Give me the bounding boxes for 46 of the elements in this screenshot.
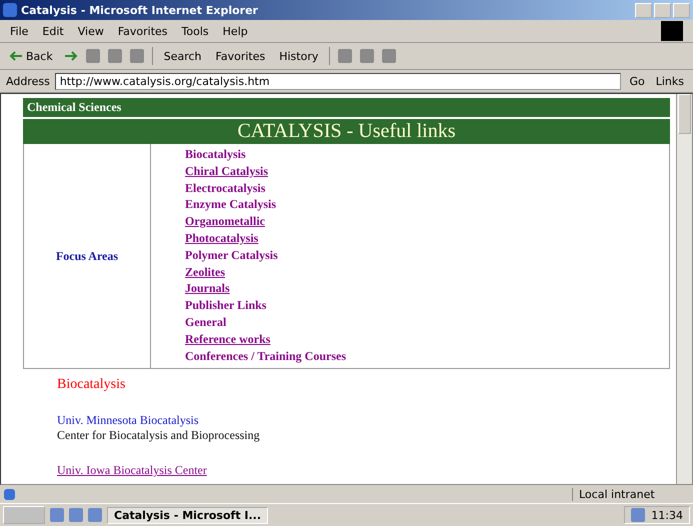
favorites-button[interactable]: Favorites <box>212 48 268 64</box>
back-button[interactable]: Back <box>6 48 56 64</box>
topic-link[interactable]: Publisher Links <box>185 297 266 314</box>
scrollbar-thumb[interactable] <box>678 94 691 134</box>
forward-arrow-icon[interactable] <box>64 51 78 61</box>
section-heading: Biocatalysis <box>57 377 126 393</box>
search-button[interactable]: Search <box>160 48 205 64</box>
scrollbar[interactable] <box>676 94 692 484</box>
menu-item[interactable]: Tools <box>182 24 209 38</box>
start-button[interactable] <box>3 506 45 524</box>
history-button[interactable]: History <box>276 48 322 64</box>
taskbar-window-button[interactable]: Catalysis - Microsoft I... <box>107 506 268 524</box>
page-heading: CATALYSIS - Useful links <box>23 119 670 144</box>
minimize-button[interactable] <box>635 2 652 18</box>
menu-item[interactable]: Favorites <box>118 24 168 38</box>
focus-areas-label: Focus Areas <box>56 248 118 264</box>
back-arrow-icon <box>9 51 23 61</box>
section-banner: Chemical Sciences <box>23 98 670 117</box>
topic-link[interactable]: Reference works <box>185 330 270 348</box>
topic-link[interactable]: Chiral Catalysis <box>185 162 268 180</box>
menu-item[interactable]: View <box>78 24 104 38</box>
topic-link[interactable]: Polymer Catalysis <box>185 246 278 264</box>
clock: 11:34 <box>651 508 683 522</box>
topic-link[interactable]: General <box>185 314 226 331</box>
resource-link[interactable]: Univ. Minnesota Biocatalysis <box>57 413 199 428</box>
close-button[interactable] <box>673 2 690 18</box>
topic-link[interactable]: Journals <box>185 280 230 298</box>
zone-indicator: Local intranet <box>572 488 689 500</box>
topic-link[interactable]: Biocatalysis <box>185 146 246 163</box>
resource-description: Center for Biocatalysis and Bioprocessing <box>57 428 260 443</box>
menu-item[interactable]: File <box>10 24 28 38</box>
topic-link[interactable]: Photocatalysis <box>185 230 258 247</box>
address-field[interactable]: http://www.catalysis.org/catalysis.htm <box>54 72 622 90</box>
menu-item[interactable]: Edit <box>42 24 64 38</box>
topic-link[interactable]: Conferences / Training Courses <box>185 348 346 364</box>
topic-link[interactable]: Organometallic <box>185 213 265 230</box>
links-button[interactable]: Links <box>652 74 687 88</box>
topic-link[interactable]: Enzyme Catalysis <box>185 196 276 214</box>
topic-link[interactable]: Zeolites <box>185 264 225 280</box>
maximize-button[interactable] <box>654 2 671 18</box>
menu-item[interactable]: Help <box>222 24 248 38</box>
window-title: Catalysis - Microsoft Internet Explorer <box>21 4 258 16</box>
go-button[interactable]: Go <box>626 74 648 88</box>
address-label: Address <box>6 74 50 88</box>
topic-link[interactable]: Electrocatalysis <box>185 180 266 196</box>
resource-link[interactable]: Univ. Iowa Biocatalysis Center <box>57 463 207 478</box>
